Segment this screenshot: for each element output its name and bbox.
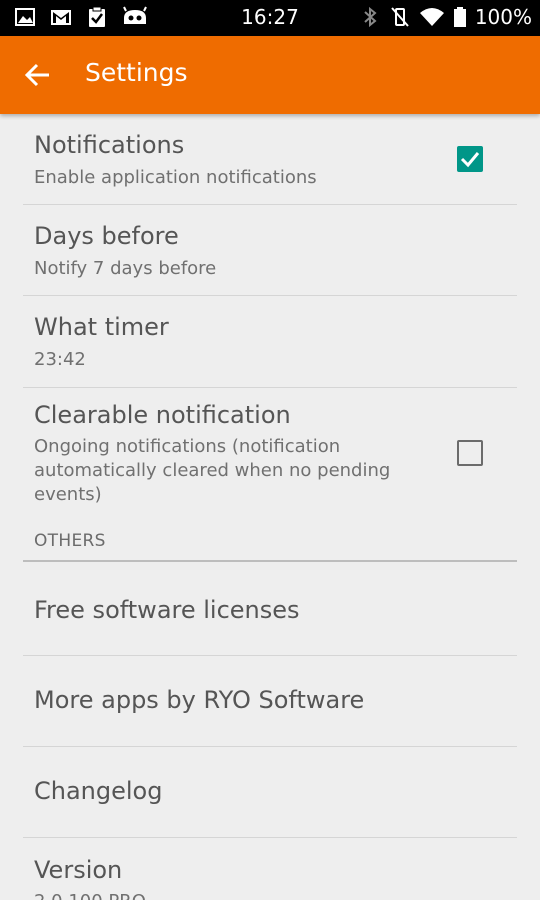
pref-title: Version [34,856,123,884]
pref-free-software-licenses[interactable]: Free software licenses [0,563,540,655]
pref-changelog[interactable]: Changelog [0,747,540,837]
category-divider [23,560,517,562]
battery-icon [453,7,466,27]
status-bar: 16:27 100% [0,0,540,36]
vibrate-off-icon [391,7,409,27]
check-icon [460,152,480,168]
pref-version[interactable]: Version 2.0.100 PRO [0,838,540,900]
pref-title: Notifications [34,131,185,159]
pref-title: Clearable notification [34,401,291,429]
pref-days-before[interactable]: Days before Notify 7 days before [0,205,540,295]
app-bar: Settings [0,36,540,114]
pref-title: Days before [34,222,179,250]
pref-what-timer[interactable]: What timer 23:42 [0,296,540,386]
page-title: Settings [85,58,188,87]
back-button[interactable] [18,55,58,95]
pref-summary: Enable application notifications [34,167,317,188]
pref-summary: Notify 7 days before [34,258,217,279]
pref-title: Changelog [34,777,163,805]
wifi-icon [419,8,444,26]
notifications-checkbox[interactable] [457,146,483,172]
pref-title: More apps by RYO Software [34,686,365,714]
pref-summary: 2.0.100 PRO [34,890,424,900]
pref-title: Free software licenses [34,596,300,624]
system-icons: 100% [359,5,532,29]
pref-title: What timer [34,313,169,341]
pref-summary: Ongoing notifications (notification auto… [34,436,391,505]
pref-summary: 23:42 [34,349,86,370]
battery-percent: 100% [474,5,532,29]
category-header: OTHERS [34,531,106,551]
pref-clearable-notification[interactable]: Clearable notification Ongoing notificat… [0,388,540,518]
arrow-back-icon [24,63,49,87]
bluetooth-icon [364,6,377,28]
clearable-notification-checkbox[interactable] [457,440,483,466]
pref-more-apps[interactable]: More apps by RYO Software [0,656,540,746]
pref-notifications[interactable]: Notifications Enable application notific… [0,114,540,204]
